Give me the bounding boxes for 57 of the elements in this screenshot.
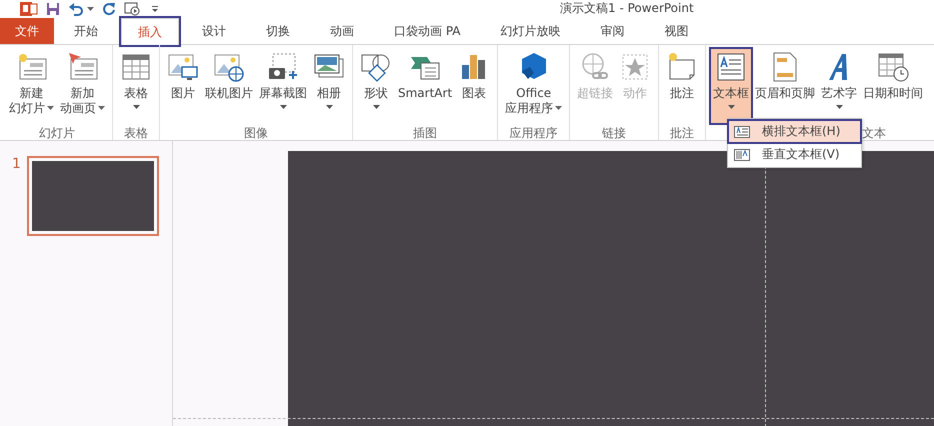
caret-icon (98, 106, 105, 111)
ribbon-button[interactable]: 日期和时间 (861, 49, 926, 123)
group-label: 表格 (124, 125, 148, 142)
group-label: 批注 (670, 125, 694, 142)
ribbon-tab[interactable]: 幻灯片放映 (484, 18, 578, 44)
ribbon-button[interactable]: 形状 (358, 49, 394, 123)
ribbon-tab[interactable]: 审阅 (584, 18, 642, 44)
ribbon-tab[interactable]: 插入 (121, 18, 179, 45)
caret-icon (555, 106, 562, 111)
ribbon-tab[interactable]: 设计 (185, 18, 243, 44)
group-label: 插图 (413, 125, 438, 142)
ribbon-button[interactable]: 屏幕截图 (257, 49, 309, 123)
caret-icon (132, 105, 140, 110)
caret-icon (326, 105, 332, 110)
ribbon-button[interactable]: SmartArt (396, 49, 454, 123)
ribbon-button[interactable]: 联机图片 (203, 49, 255, 123)
caret-icon (836, 105, 843, 110)
horizontal-text-icon (734, 126, 750, 138)
ribbon-button[interactable]: Office 应用程序 (503, 49, 564, 123)
caret-icon (47, 106, 54, 111)
ribbon-button[interactable]: 新建 幻灯片 (7, 49, 56, 123)
group-label: 应用程序 (510, 125, 558, 142)
ribbon-button[interactable]: 图表 (456, 49, 492, 123)
save-icon[interactable] (46, 2, 60, 16)
slide-thumbnail[interactable] (26, 156, 159, 236)
file-tab[interactable]: 文件 (0, 18, 54, 44)
group-label: 链接 (602, 125, 626, 142)
ribbon-button[interactable]: 相册 (311, 49, 347, 123)
undo-icon[interactable] (68, 2, 84, 16)
customize-icon[interactable] (150, 3, 160, 15)
ribbon-tab[interactable]: 切换 (249, 18, 307, 44)
ribbon-button[interactable]: 图片 (165, 49, 201, 123)
menu-item[interactable]: 垂直文本框(V) (728, 143, 861, 166)
ribbon-button[interactable]: 新加 动画页 (58, 49, 107, 123)
ribbon-tab[interactable]: 视图 (648, 18, 706, 44)
ribbon-button[interactable]: 表格 (118, 49, 154, 123)
calendar-clock-icon (877, 51, 910, 83)
window-title: 演示文稿1 - PowerPoint (560, 0, 694, 17)
ribbon-button[interactable]: 批注 (664, 49, 700, 123)
menu-item[interactable]: 横排文本框(H) (728, 120, 861, 143)
caret-icon (372, 105, 380, 110)
ribbon-button[interactable]: 艺术字 (819, 49, 860, 123)
group-label: 图像 (244, 125, 268, 142)
ribbon-tab[interactable]: 口袋动画 PA (377, 18, 478, 44)
text-box-icon (715, 51, 748, 83)
ribbon-button[interactable]: 文本框 (711, 49, 752, 123)
group-label: 幻灯片 (39, 125, 75, 142)
slideshow-icon[interactable] (124, 2, 142, 16)
caret-icon (728, 105, 735, 110)
slide-number: 1 (12, 156, 21, 172)
repeat-icon[interactable] (102, 2, 116, 16)
ribbon-tab[interactable]: 动画 (313, 18, 371, 44)
caret-icon[interactable] (87, 6, 94, 12)
group-label: 文本 (862, 125, 886, 142)
vertical-text-icon (734, 148, 750, 160)
ribbon-tab[interactable]: 开始 (57, 18, 115, 44)
caret-icon (280, 105, 286, 110)
